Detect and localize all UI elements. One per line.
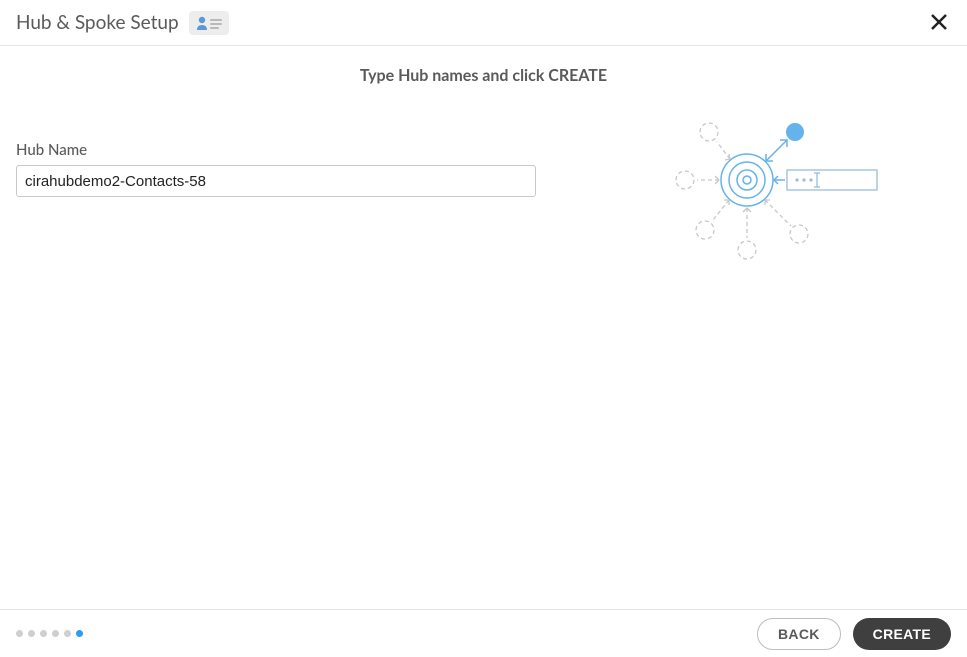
contact-list-icon [189,11,229,35]
step-dot [16,630,23,637]
step-dot [52,630,59,637]
dialog-footer: BACK CREATE [0,609,967,657]
create-button[interactable]: CREATE [853,618,951,650]
hub-spoke-illustration [647,100,907,280]
dialog-title: Hub & Spoke Setup [16,11,179,34]
close-icon [930,13,948,31]
step-dot [40,630,47,637]
hub-name-input[interactable] [16,165,536,197]
footer-buttons: BACK CREATE [757,618,951,650]
instruction-text: Type Hub names and click CREATE [0,66,967,85]
form-column: Hub Name [16,141,536,197]
step-dot [28,630,35,637]
step-dot-active [76,630,83,637]
hub-name-label: Hub Name [16,141,536,159]
dialog-header: Hub & Spoke Setup [0,0,967,46]
progress-stepper [16,630,83,637]
step-dot [64,630,71,637]
back-button[interactable]: BACK [757,618,841,650]
close-button[interactable] [925,8,953,36]
